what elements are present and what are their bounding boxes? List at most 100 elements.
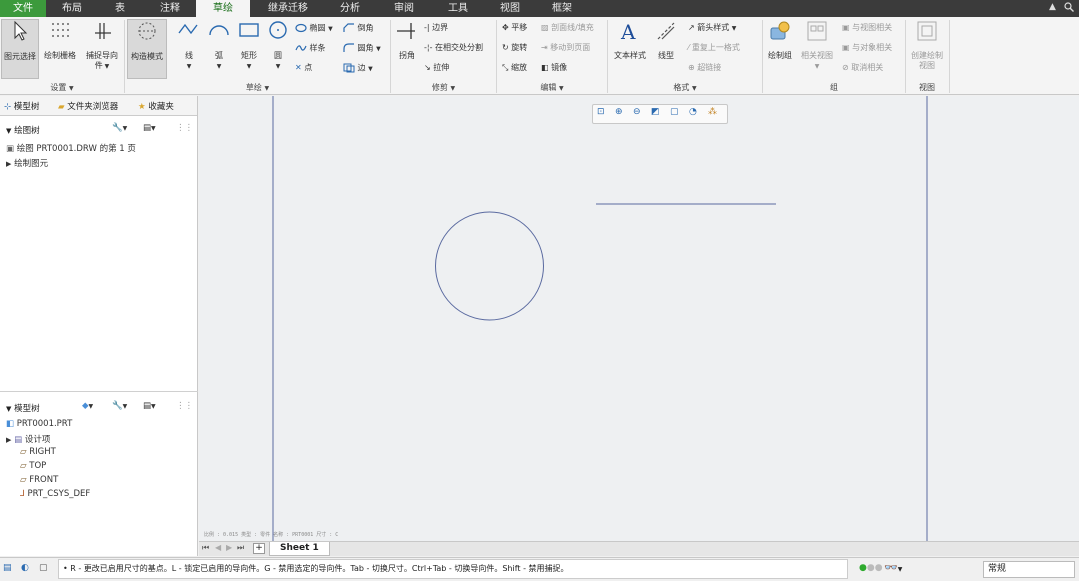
line-style-button[interactable]: 线型	[652, 19, 680, 79]
tab-legacy-migration[interactable]: 继承迁移	[258, 0, 318, 17]
repeat-last-format-button[interactable]: ⁄ 重复上一格式	[688, 43, 740, 53]
select-entity-button[interactable]: 图元选择	[1, 19, 39, 79]
draw-grid-button[interactable]: 绘制栅格	[40, 19, 80, 79]
divide-at-intersect-button[interactable]: -¦- 在相交处分割	[424, 43, 483, 53]
tab-model-tree[interactable]: ⊹ 模型树	[4, 100, 39, 112]
add-sheet-icon[interactable]: +	[253, 543, 265, 554]
group-expand-icon[interactable]: ▼	[264, 85, 269, 92]
corner-tool-button[interactable]: 拐角	[393, 19, 421, 79]
circle-tool-button[interactable]: 圆 ▼	[264, 19, 292, 79]
browser-toggle-icon[interactable]: ◐	[21, 563, 29, 573]
chamfer-tool-button[interactable]: 倒角	[343, 23, 374, 34]
rectangle-tool-label: 矩形	[241, 51, 257, 60]
tree-filter-icon[interactable]: ⋮⋮	[176, 401, 193, 411]
last-sheet-icon[interactable]: ⏭	[237, 543, 244, 553]
mirror-button[interactable]: ◧ 镜像	[541, 63, 567, 73]
chamfer-icon	[343, 23, 354, 32]
rotate-button[interactable]: ↻ 旋转	[502, 43, 527, 53]
boundary-tool-button[interactable]: -| 边界	[424, 23, 448, 33]
sheet-info: 比例 : 0.015 类型 : 零件 名称 : PRT0001 尺寸 : C	[204, 532, 339, 538]
expand-icon[interactable]: ▶	[6, 436, 11, 444]
drawing-tree-header[interactable]: ▼ 绘图树	[6, 124, 40, 136]
tab-analysis[interactable]: 分析	[328, 0, 372, 17]
spline-tool-button[interactable]: 样条	[295, 43, 326, 54]
model-tree-item-csys[interactable]: ⅃ PRT_CSYS_DEF	[20, 489, 90, 499]
help-search-icon[interactable]	[1064, 2, 1074, 15]
view-related-button[interactable]: ▣ 与视图相关	[842, 23, 892, 33]
tree-settings-icon[interactable]: 🔧▼	[112, 401, 127, 411]
tab-annotate[interactable]: 注释	[148, 0, 192, 17]
tab-layout[interactable]: 布局	[50, 0, 94, 17]
group-expand-icon[interactable]: ▼	[559, 85, 564, 92]
tree-settings-icon[interactable]: 🔧▼	[112, 123, 127, 133]
expand-icon[interactable]: ▶	[6, 160, 11, 168]
arc-tool-label: 弧	[215, 51, 223, 60]
snap-guides-button[interactable]: 捕捉导向 件 ▼	[81, 19, 123, 79]
drawing-tree-item-entities[interactable]: ▶ 绘制图元	[6, 157, 48, 169]
show-navigator-icon[interactable]: ▤	[3, 563, 12, 573]
model-tree-item-top[interactable]: ▱ TOP	[20, 461, 46, 471]
group-expand-icon[interactable]: ▼	[69, 85, 74, 92]
first-sheet-icon[interactable]: ⏮	[202, 543, 209, 553]
tab-favorites[interactable]: ★ 收藏夹	[138, 100, 174, 112]
tree-filter-icon[interactable]: ⋮⋮	[176, 123, 193, 133]
tab-view[interactable]: 视图	[488, 0, 532, 17]
translate-button[interactable]: ✥ 平移	[502, 23, 527, 33]
arrow-style-icon: ↗	[688, 23, 695, 32]
text-style-button[interactable]: A 文本样式	[610, 19, 650, 79]
edge-tool-button[interactable]: 边 ▼	[343, 63, 373, 75]
tree-show-icon[interactable]: ▤▼	[143, 401, 156, 411]
model-tree-item-front[interactable]: ▱ FRONT	[20, 475, 58, 485]
collapse-icon[interactable]: ▼	[6, 127, 11, 135]
related-view-button[interactable]: 相关视图 ▼	[798, 19, 836, 79]
tab-file[interactable]: 文件	[0, 0, 46, 17]
model-tree-header[interactable]: ▼ 模型树	[6, 402, 40, 414]
sketched-circle[interactable]	[435, 211, 544, 321]
group-expand-icon[interactable]: ▼	[692, 85, 697, 92]
filter-dropdown[interactable]: 常规	[983, 561, 1075, 578]
snap-guides-label-2: 件	[94, 61, 103, 70]
scale-button[interactable]: ⤡ 缩放	[502, 63, 527, 73]
ellipse-tool-button[interactable]: 椭圆 ▼	[295, 23, 333, 35]
tab-folder-browser[interactable]: ▰ 文件夹浏览器	[58, 100, 118, 112]
model-display-icon[interactable]: ◆▼	[82, 401, 93, 411]
hyperlink-button[interactable]: ⊕ 超链接	[688, 63, 721, 73]
construction-mode-button[interactable]: 构造模式	[127, 19, 167, 79]
collapse-ribbon-icon[interactable]: ▲	[1049, 2, 1056, 12]
collapse-icon[interactable]: ▼	[6, 405, 11, 413]
stretch-tool-button[interactable]: ↘ 拉伸	[424, 63, 449, 73]
drawing-tree-item-sheet[interactable]: ▣ 绘图 PRT0001.DRW 的第 1 页	[6, 142, 136, 154]
full-screen-icon[interactable]: ▢	[39, 563, 48, 573]
tab-tools[interactable]: 工具	[436, 0, 480, 17]
draw-group-button[interactable]: 绘制组	[764, 19, 796, 79]
selection-filter-icon[interactable]: 👓▼	[884, 561, 902, 574]
model-tree-root[interactable]: ◧ PRT0001.PRT	[6, 419, 72, 429]
tab-sketch[interactable]: 草绘	[196, 0, 250, 17]
tab-framework[interactable]: 框架	[540, 0, 584, 17]
object-related-button[interactable]: ▣ 与对象相关	[842, 43, 892, 53]
grid-icon	[52, 23, 69, 37]
drawing-canvas[interactable]: ⊡ ⊕ ⊖ ◩ ▢ ◔ ⁂ 比例 : 0.015 类型 : 零件 名称 : PR…	[199, 96, 1079, 541]
create-draw-view-button[interactable]: 创建绘制 视图	[906, 19, 948, 79]
model-tree-item-right[interactable]: ▱ RIGHT	[20, 447, 56, 457]
move-to-page-button[interactable]: ⇥ 移动到页面	[541, 43, 590, 53]
tab-review[interactable]: 审阅	[382, 0, 426, 17]
hatch-fill-button[interactable]: ▨ 剖面线/填充	[541, 23, 594, 33]
group-expand-icon[interactable]: ▼	[450, 85, 455, 92]
datum-plane-icon: ▱	[20, 447, 27, 457]
arrow-style-button[interactable]: ↗ 箭头样式 ▼	[688, 23, 736, 34]
sheet-tab[interactable]: Sheet 1	[269, 542, 330, 556]
folder-icon: ▰	[58, 102, 65, 112]
dropdown-arrow-icon: ▼	[216, 63, 222, 70]
fillet-tool-button[interactable]: 圆角 ▼	[343, 43, 381, 55]
prev-sheet-icon[interactable]: ◀	[215, 543, 221, 552]
tree-show-icon[interactable]: ▤▼	[143, 123, 156, 133]
next-sheet-icon[interactable]: ▶	[226, 543, 232, 552]
model-tree-item-design[interactable]: ▶ ▤ 设计项	[6, 433, 50, 445]
tab-table[interactable]: 表	[100, 0, 140, 17]
point-tool-button[interactable]: ✕ 点	[295, 63, 312, 73]
line-tool-button[interactable]: 线 ▼	[174, 19, 204, 79]
arc-tool-button[interactable]: 弧 ▼	[204, 19, 234, 79]
cancel-related-button[interactable]: ⊘ 取消相关	[842, 63, 883, 73]
rectangle-tool-button[interactable]: 矩形 ▼	[234, 19, 264, 79]
